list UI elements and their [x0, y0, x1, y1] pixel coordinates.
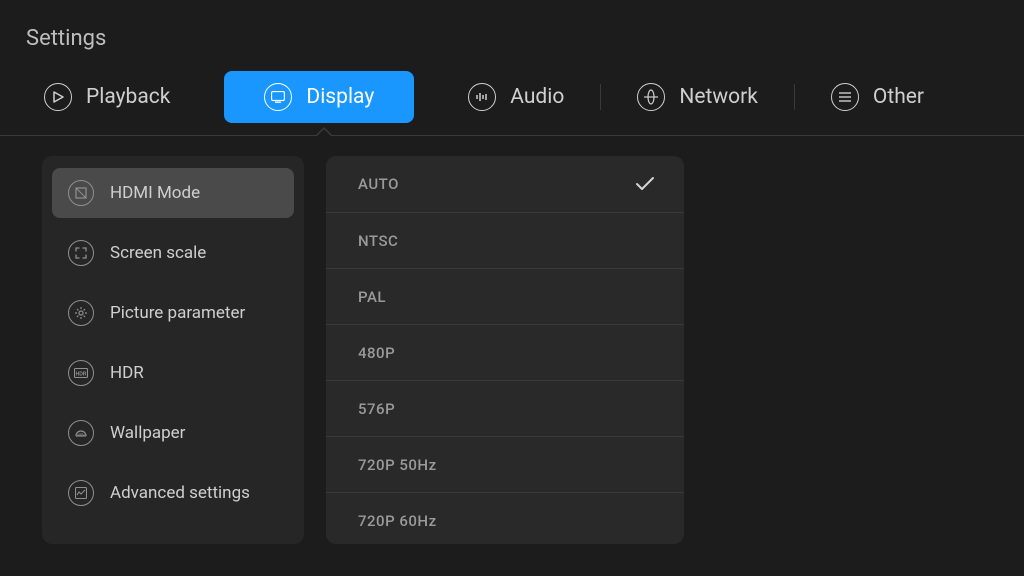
sidebar-item-label: HDMI Mode [110, 183, 200, 203]
globe-icon [637, 83, 665, 111]
svg-text:HDR: HDR [76, 371, 87, 377]
page-title: Settings [0, 0, 1024, 71]
option-pal[interactable]: PAL [326, 268, 684, 324]
option-label: PAL [358, 288, 386, 306]
menu-icon [831, 83, 859, 111]
option-label: 480P [358, 344, 395, 362]
expand-icon [68, 240, 94, 266]
sidebar-item-label: HDR [110, 363, 144, 383]
tab-label: Display [306, 85, 374, 109]
active-tab-pointer-icon [315, 127, 333, 136]
picture-param-icon [68, 300, 94, 326]
option-label: AUTO [358, 175, 399, 193]
option-auto[interactable]: AUTO [326, 156, 684, 212]
tabs-underline [0, 135, 1024, 136]
tab-label: Network [679, 85, 758, 109]
audio-icon [468, 83, 496, 111]
option-ntsc[interactable]: NTSC [326, 212, 684, 268]
sidebar-item-label: Screen scale [110, 243, 206, 263]
tab-label: Audio [510, 85, 564, 109]
option-label: 720P 50Hz [358, 456, 437, 474]
sidebar-item-wallpaper[interactable]: Wallpaper [52, 408, 294, 458]
option-720p-60hz[interactable]: 720P 60Hz [326, 492, 684, 544]
option-576p[interactable]: 576P [326, 380, 684, 436]
sidebar-item-advanced-settings[interactable]: Advanced settings [52, 468, 294, 518]
content-row: HDMI Mode Screen scale Picture parameter… [0, 136, 1024, 544]
display-sidebar: HDMI Mode Screen scale Picture parameter… [42, 156, 304, 544]
tab-label: Playback [86, 85, 170, 109]
sidebar-item-label: Wallpaper [110, 423, 185, 443]
sidebar-item-screen-scale[interactable]: Screen scale [52, 228, 294, 278]
option-label: NTSC [358, 232, 398, 250]
sidebar-item-picture-parameter[interactable]: Picture parameter [52, 288, 294, 338]
tab-display[interactable]: Display [224, 71, 414, 123]
wallpaper-icon [68, 420, 94, 446]
advanced-icon [68, 480, 94, 506]
hdmi-icon [68, 180, 94, 206]
tabs-bar: Playback Display Audio Network Other [0, 71, 1024, 123]
hdmi-mode-options: AUTO NTSC PAL 480P 576P 720P 50Hz 720P 6… [326, 156, 684, 544]
hdr-icon: HDR [68, 360, 94, 386]
sidebar-item-label: Advanced settings [110, 483, 250, 503]
sidebar-item-hdmi-mode[interactable]: HDMI Mode [52, 168, 294, 218]
option-label: 720P 60Hz [358, 512, 437, 530]
tab-playback[interactable]: Playback [0, 71, 206, 123]
tab-label: Other [873, 85, 924, 109]
option-720p-50hz[interactable]: 720P 50Hz [326, 436, 684, 492]
option-label: 576P [358, 400, 395, 418]
tab-network[interactable]: Network [601, 71, 794, 123]
sidebar-item-label: Picture parameter [110, 303, 245, 323]
display-icon [264, 83, 292, 111]
tab-other[interactable]: Other [795, 71, 960, 123]
check-icon [634, 173, 656, 195]
tab-audio[interactable]: Audio [432, 71, 600, 123]
play-icon [44, 83, 72, 111]
sidebar-item-hdr[interactable]: HDR HDR [52, 348, 294, 398]
option-480p[interactable]: 480P [326, 324, 684, 380]
